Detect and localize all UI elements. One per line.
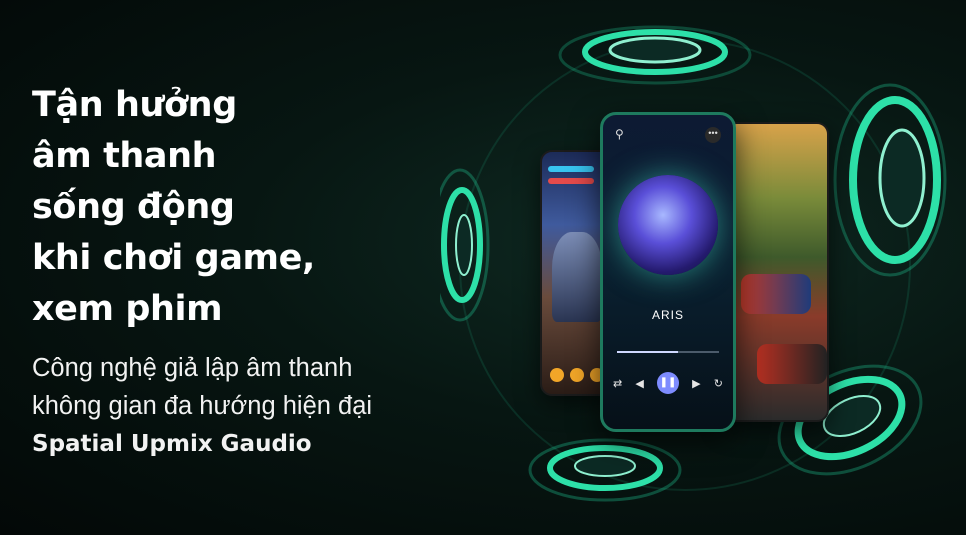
pause-icon[interactable]: ❚❚ bbox=[657, 372, 679, 394]
subtext-line: Công nghệ giả lập âm thanh bbox=[32, 354, 353, 382]
promo-copy: Tận hưởng âm thanh sống động khi chơi ga… bbox=[32, 80, 452, 463]
headline-line: sống động bbox=[32, 187, 235, 227]
album-art bbox=[618, 175, 718, 275]
headline-line: khi chơi game, bbox=[32, 238, 315, 278]
shuffle-icon[interactable]: ⇄ bbox=[613, 377, 622, 390]
progress-bar[interactable] bbox=[617, 351, 719, 353]
health-bar bbox=[548, 166, 594, 172]
next-icon[interactable]: ▶ bbox=[692, 377, 700, 390]
search-icon[interactable]: ⚲ bbox=[615, 127, 624, 141]
player-controls: ⇄ ◀ ❚❚ ▶ ↻ bbox=[613, 371, 723, 395]
race-car-image bbox=[741, 274, 811, 314]
energy-bar bbox=[548, 178, 594, 184]
phone-game-racing bbox=[725, 122, 829, 422]
player-topbar: ⚲ ••• bbox=[615, 127, 721, 143]
speaker-ring-bottom-left bbox=[528, 438, 682, 502]
game-button bbox=[550, 368, 564, 382]
game-button bbox=[570, 368, 584, 382]
robot-image bbox=[552, 232, 602, 322]
speaker-ring-right bbox=[833, 83, 947, 277]
track-title: ARIS bbox=[651, 308, 684, 322]
subtext: Công nghệ giả lập âm thanh không gian đa… bbox=[32, 349, 452, 463]
race-car-image bbox=[757, 344, 827, 384]
speaker-ring-top bbox=[558, 25, 752, 85]
previous-icon[interactable]: ◀ bbox=[635, 377, 643, 390]
headline-line: xem phim bbox=[32, 289, 223, 329]
headline-line: âm thanh bbox=[32, 136, 217, 176]
repeat-icon[interactable]: ↻ bbox=[714, 377, 723, 390]
headline-line: Tận hưởng bbox=[32, 85, 237, 125]
phone-scene: ⚲ ••• ARIS ⇄ ◀ ❚❚ ▶ ↻ bbox=[440, 0, 966, 535]
phone-music-player: ⚲ ••• ARIS ⇄ ◀ ❚❚ ▶ ↻ bbox=[600, 112, 736, 432]
more-icon[interactable]: ••• bbox=[705, 127, 721, 143]
technology-name: Spatial Upmix Gaudio bbox=[32, 431, 312, 457]
speaker-ring-left bbox=[440, 168, 490, 322]
headline: Tận hưởng âm thanh sống động khi chơi ga… bbox=[32, 80, 452, 335]
subtext-line: không gian đa hướng hiện đại bbox=[32, 392, 373, 420]
progress-fill bbox=[617, 351, 679, 353]
